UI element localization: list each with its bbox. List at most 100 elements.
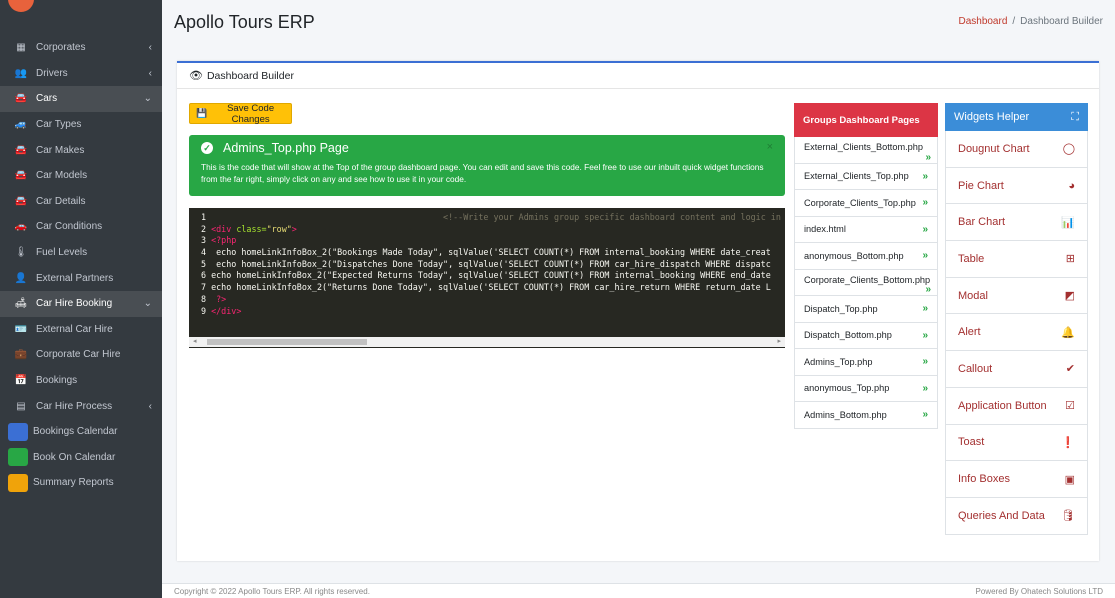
- page-info-alert: ✓ Admins_Top.php Page This is the code t…: [189, 135, 785, 196]
- code-line[interactable]: 3 <?php: [189, 235, 785, 247]
- double-chevron-right-icon[interactable]: »: [922, 171, 928, 182]
- brand-logo-icon[interactable]: [8, 0, 34, 12]
- sidebar-item-bookings-calendar[interactable]: Bookings Calendar: [0, 419, 162, 445]
- group-page-item[interactable]: Admins_Top.php »: [794, 349, 938, 376]
- group-page-item[interactable]: Dispatch_Top.php »: [794, 296, 938, 323]
- widgets-list: Dougnut Chart ◯ Pie Chart ◕ Bar Chart 📊 Table ⊞…: [945, 131, 1088, 535]
- code-line[interactable]: 2 <div class="row">: [189, 224, 785, 236]
- widget-label: Info Boxes: [958, 473, 1010, 486]
- breadcrumb-home-link[interactable]: Dashboard: [958, 16, 1007, 27]
- group-page-item[interactable]: Corporate_Clients_Top.php »: [794, 190, 938, 217]
- widget-label: Modal: [958, 289, 988, 302]
- sidebar-item-car-hire-booking[interactable]: 🛋 Car Hire Booking ⌄: [0, 290, 162, 317]
- double-chevron-right-icon[interactable]: »: [925, 152, 931, 163]
- donut-icon: ◯: [1062, 143, 1075, 156]
- widget-label: Callout: [958, 362, 993, 375]
- code-line[interactable]: 1 <!--Write your Admins group specific d…: [189, 212, 785, 224]
- sidebar-item-corporates[interactable]: ▦ Corporates ‹: [0, 35, 162, 61]
- group-page-item[interactable]: Corporate_Clients_Bottom.php»: [794, 269, 938, 296]
- building-icon: ▦: [16, 42, 26, 54]
- sidebar-item-label: Corporate Car Hire: [36, 349, 121, 361]
- eye-icon: 👁: [189, 70, 203, 82]
- widget-item-callout[interactable]: Callout ✔: [945, 351, 1088, 388]
- bar-chart-icon: 📊: [1061, 216, 1075, 229]
- sidebar-item-car-types[interactable]: 🚙 Car Types: [0, 112, 162, 138]
- group-page-item[interactable]: index.html »: [794, 216, 938, 243]
- users-icon: 👥: [14, 67, 28, 79]
- group-page-item[interactable]: External_Clients_Bottom.php»: [794, 137, 938, 164]
- code-line[interactable]: 7 echo homeLinkInfoBox_2("Returns Done T…: [189, 282, 785, 294]
- code-horizontal-scrollbar[interactable]: ◂ ▸: [189, 337, 785, 347]
- code-editor[interactable]: 1 <!--Write your Admins group specific d…: [189, 208, 785, 348]
- scroll-thumb[interactable]: [207, 339, 367, 345]
- sidebar-item-label: Car Types: [36, 119, 82, 131]
- code-line[interactable]: 8 ?>: [189, 294, 785, 306]
- group-page-item[interactable]: anonymous_Bottom.php »: [794, 243, 938, 270]
- group-page-label: Corporate_Clients_Top.php: [804, 197, 916, 208]
- floppy-disk-icon: 💾: [196, 108, 208, 118]
- expand-icon[interactable]: ⛶: [1071, 111, 1079, 124]
- save-code-button[interactable]: 💾 Save Code Changes: [189, 103, 292, 125]
- sidebar-item-corporate-car-hire[interactable]: 💼 Corporate Car Hire: [0, 342, 162, 368]
- sidebar-item-car-hire-process[interactable]: ▤ Car Hire Process ‹: [0, 393, 162, 419]
- thermometer-icon: 🌡: [14, 247, 28, 259]
- group-page-item[interactable]: External_Clients_Top.php »: [794, 163, 938, 190]
- widget-item-alert[interactable]: Alert 🔔: [945, 314, 1088, 352]
- sidebar-item-fuel-levels[interactable]: 🌡 Fuel Levels: [0, 240, 162, 266]
- group-page-item[interactable]: Dispatch_Bottom.php »: [794, 322, 938, 349]
- widget-item-modal[interactable]: Modal ◩: [945, 277, 1088, 315]
- sidebar-item-car-models[interactable]: 🚘 Car Models: [0, 163, 162, 189]
- group-page-item[interactable]: anonymous_Top.php »: [794, 375, 938, 402]
- double-chevron-right-icon[interactable]: »: [922, 330, 928, 341]
- code-line[interactable]: 6 echo homeLinkInfoBox_2("Expected Retur…: [189, 270, 785, 282]
- double-chevron-right-icon[interactable]: »: [922, 224, 928, 235]
- widget-label: Alert: [958, 326, 981, 339]
- code-line[interactable]: 4 echo homeLinkInfoBox_2("Bookings Made …: [189, 247, 785, 259]
- scroll-right-icon[interactable]: ▸: [777, 337, 781, 345]
- double-chevron-right-icon[interactable]: »: [922, 303, 928, 314]
- sidebar-item-car-makes[interactable]: 🚘 Car Makes: [0, 137, 162, 163]
- group-page-label: Admins_Bottom.php: [804, 409, 887, 420]
- group-page-label: anonymous_Top.php: [804, 383, 890, 394]
- modal-icon: ◩: [1064, 290, 1075, 303]
- sidebar-item-label: Car Hire Booking: [36, 298, 113, 310]
- chevron-left-icon: ‹: [148, 400, 152, 412]
- sidebar-item-bookings[interactable]: 📅 Bookings: [0, 368, 162, 394]
- sidebar-item-car-details[interactable]: 🚘 Car Details: [0, 189, 162, 215]
- widget-label: Toast: [958, 436, 985, 449]
- scroll-left-icon[interactable]: ◂: [193, 337, 197, 345]
- car-side-icon: 🚙: [14, 119, 28, 131]
- double-chevron-right-icon[interactable]: »: [922, 197, 928, 208]
- widget-item-pie-chart[interactable]: Pie Chart ◕: [945, 167, 1088, 205]
- double-chevron-right-icon[interactable]: »: [922, 356, 928, 367]
- group-page-item[interactable]: Admins_Bottom.php »: [794, 402, 938, 429]
- code-line[interactable]: 9 </div>: [189, 306, 785, 318]
- sidebar-item-label: Corporates: [36, 42, 86, 54]
- sidebar-item-external-partners[interactable]: 👤 External Partners: [0, 265, 162, 291]
- chevron-down-icon: ⌄: [143, 298, 152, 310]
- widget-item-application-button[interactable]: Application Button ☑: [945, 387, 1088, 425]
- sidebar-item-book-on-calendar[interactable]: Book On Calendar: [0, 445, 162, 471]
- widget-item-queries-and-data[interactable]: Queries And Data 🛢: [945, 497, 1088, 535]
- sidebar-item-car-conditions[interactable]: 🚗 Car Conditions: [0, 214, 162, 240]
- breadcrumb: Dashboard / Dashboard Builder: [958, 16, 1103, 27]
- widget-item-toast[interactable]: Toast ❗: [945, 424, 1088, 462]
- widget-item-dougnut-chart[interactable]: Dougnut Chart ◯: [945, 131, 1088, 168]
- code-line[interactable]: 5 echo homeLinkInfoBox_2("Dispatches Don…: [189, 259, 785, 271]
- sidebar-item-cars[interactable]: 🚘 Cars ⌄: [0, 86, 162, 112]
- sidebar-item-label: Drivers: [36, 67, 68, 79]
- sidebar-item-drivers[interactable]: 👥 Drivers ‹: [0, 61, 162, 87]
- widget-item-table[interactable]: Table ⊞: [945, 241, 1088, 278]
- double-chevron-right-icon[interactable]: »: [922, 409, 928, 420]
- sidebar-item-external-car-hire[interactable]: 🪪 External Car Hire: [0, 317, 162, 343]
- sidebar-item-summary-reports[interactable]: Summary Reports: [0, 470, 162, 496]
- widget-label: Bar Chart: [958, 216, 1006, 229]
- widget-item-bar-chart[interactable]: Bar Chart 📊: [945, 204, 1088, 242]
- double-chevron-right-icon[interactable]: »: [922, 383, 928, 394]
- widget-item-info-boxes[interactable]: Info Boxes ▣: [945, 461, 1088, 498]
- double-chevron-right-icon[interactable]: »: [925, 284, 931, 295]
- double-chevron-right-icon[interactable]: »: [922, 250, 928, 261]
- dashboard-builder-card: 👁 Dashboard Builder 💾 Save Code Changes …: [177, 61, 1099, 561]
- alert-close-button[interactable]: ×: [767, 141, 773, 153]
- reports-icon: [8, 473, 28, 492]
